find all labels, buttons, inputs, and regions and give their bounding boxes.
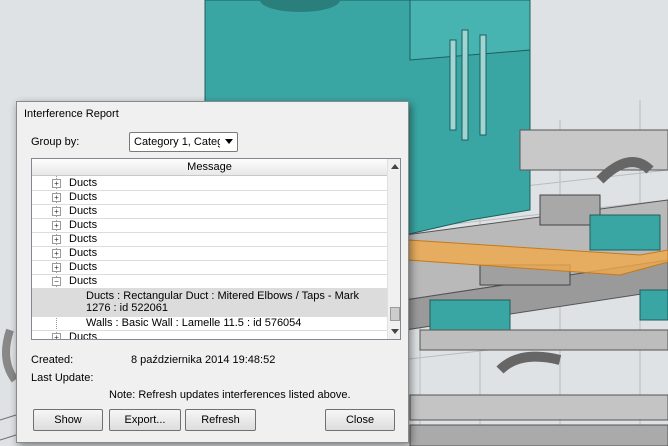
row-label: Ducts	[69, 247, 98, 259]
expand-icon[interactable]: +	[52, 235, 61, 244]
expand-icon[interactable]: +	[52, 179, 61, 188]
expand-icon[interactable]: +	[52, 193, 61, 202]
refresh-button[interactable]: Refresh	[185, 409, 256, 431]
vertical-scrollbar[interactable]	[387, 159, 400, 339]
row-label: Ducts	[69, 331, 98, 339]
interference-tree[interactable]: Message + Ducts + Ducts + Ducts + Ducts …	[31, 158, 401, 340]
scroll-thumb[interactable]	[390, 307, 400, 321]
tree-row-ducts[interactable]: + Ducts	[32, 260, 387, 275]
collapse-icon[interactable]: −	[52, 277, 61, 286]
group-by-label: Group by:	[31, 136, 80, 148]
scroll-up-icon[interactable]	[391, 164, 399, 169]
tree-rows: + Ducts + Ducts + Ducts + Ducts + Ducts …	[32, 176, 387, 339]
tree-row-ducts-expanded[interactable]: − Ducts	[32, 274, 387, 289]
child-label: Ducts : Rectangular Duct : Mitered Elbow…	[86, 290, 360, 314]
expand-icon[interactable]: +	[52, 249, 61, 258]
tree-row-ducts[interactable]: + Ducts	[32, 176, 387, 191]
row-label: Ducts	[69, 191, 98, 203]
scroll-down-icon[interactable]	[391, 329, 399, 334]
expand-icon[interactable]: +	[52, 207, 61, 216]
row-label: Ducts	[69, 219, 98, 231]
row-label: Ducts	[69, 275, 98, 287]
created-label: Created:	[31, 354, 74, 366]
expand-icon[interactable]: +	[52, 333, 61, 339]
last-update-label: Last Update:	[31, 372, 94, 384]
message-column-header[interactable]: Message	[32, 159, 387, 176]
created-value: 8 października 2014 19:48:52	[131, 354, 276, 366]
row-label: Ducts	[69, 233, 98, 245]
expand-icon[interactable]: +	[52, 221, 61, 230]
child-label: Walls : Basic Wall : Lamelle 11.5 : id 5…	[86, 317, 302, 329]
chevron-down-icon	[225, 139, 233, 144]
row-label: Ducts	[69, 177, 98, 189]
tree-child-row[interactable]: Walls : Basic Wall : Lamelle 11.5 : id 5…	[32, 316, 387, 331]
expand-icon[interactable]: +	[52, 263, 61, 272]
close-button[interactable]: Close	[325, 409, 395, 431]
refresh-note: Note: Refresh updates interferences list…	[109, 389, 351, 401]
tree-row-ducts[interactable]: + Ducts	[32, 246, 387, 261]
group-by-dropdown[interactable]: Category 1, Category 2	[129, 132, 238, 152]
tree-row-ducts[interactable]: + Ducts	[32, 204, 387, 219]
export-button[interactable]: Export...	[109, 409, 181, 431]
tree-row-ducts[interactable]: + Ducts	[32, 330, 387, 339]
tree-row-ducts[interactable]: + Ducts	[32, 218, 387, 233]
row-label: Ducts	[69, 261, 98, 273]
interference-report-dialog: Interference Report Group by: Category 1…	[16, 101, 409, 443]
tree-row-ducts[interactable]: + Ducts	[32, 232, 387, 247]
row-label: Ducts	[69, 205, 98, 217]
tree-row-ducts[interactable]: + Ducts	[32, 190, 387, 205]
group-by-value: Category 1, Category 2	[134, 136, 220, 148]
show-button[interactable]: Show	[33, 409, 103, 431]
dialog-title: Interference Report	[24, 108, 119, 120]
tree-child-row[interactable]: Ducts : Rectangular Duct : Mitered Elbow…	[32, 288, 387, 317]
